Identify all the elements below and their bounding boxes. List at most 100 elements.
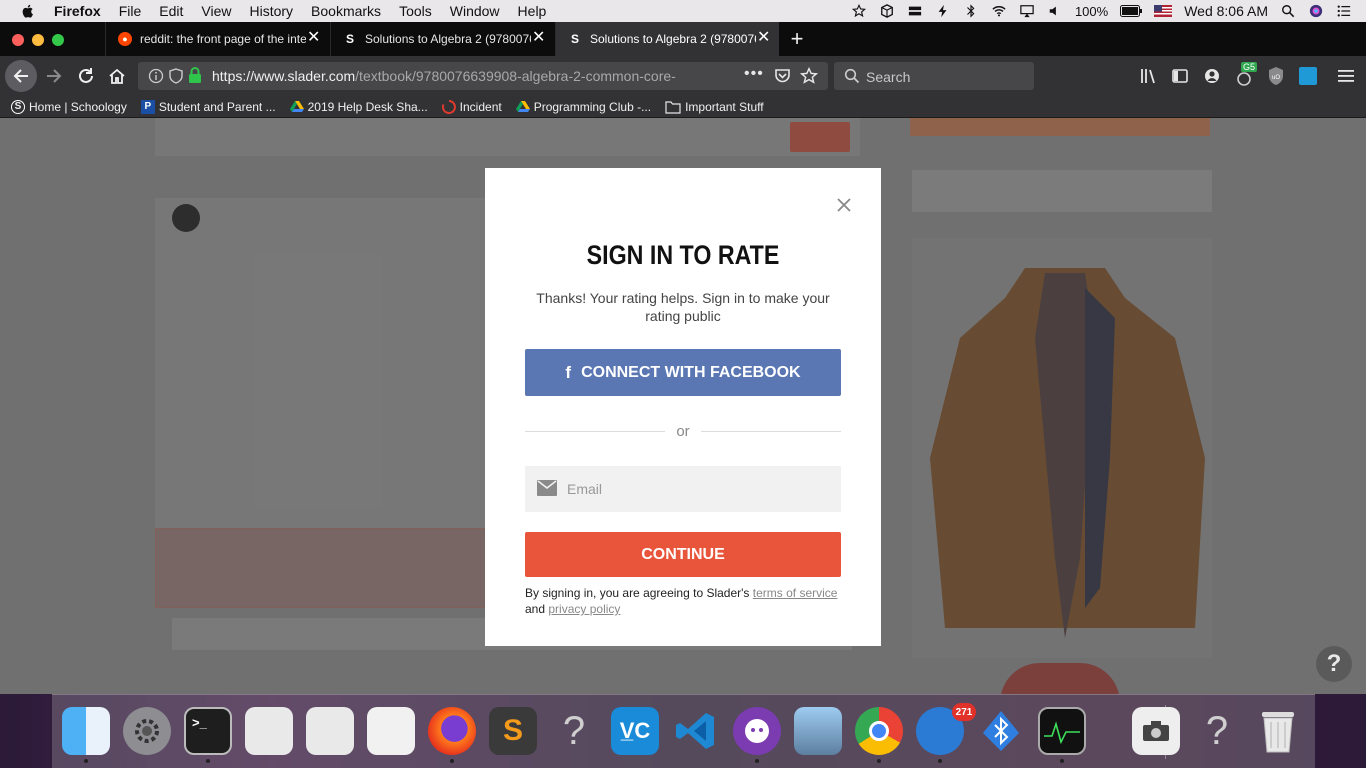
wifi-icon[interactable] [991, 4, 1007, 18]
page-actions-icon[interactable]: ••• [744, 65, 764, 83]
menu-app-name[interactable]: Firefox [54, 3, 101, 19]
window-zoom-button[interactable] [52, 34, 64, 46]
vnc-viewer-icon[interactable]: V̲C [611, 707, 659, 755]
url-text[interactable]: https://www.slader.com/textbook/97800766… [212, 68, 707, 84]
menu-window[interactable]: Window [450, 3, 500, 19]
notification-center-icon[interactable] [1336, 4, 1352, 18]
or-divider: or [525, 423, 841, 440]
system-preferences-icon[interactable] [123, 707, 171, 755]
shield-icon[interactable] [168, 68, 184, 84]
bookmark-schoology[interactable]: S Home | Schoology [11, 99, 127, 114]
unknown-file-icon[interactable]: ? [1193, 707, 1241, 755]
page-content: SIGN IN TO RATE Thanks! Your rating help… [0, 118, 1366, 694]
close-tab-icon[interactable]: ✕ [532, 30, 545, 46]
tab-title: reddit: the front page of the internet [140, 32, 306, 46]
siri-icon[interactable] [1308, 4, 1324, 18]
github-desktop-icon[interactable] [733, 707, 781, 755]
terms-and: and [525, 602, 546, 616]
menu-help[interactable]: Help [518, 3, 547, 19]
terminal-icon[interactable]: >_ [184, 707, 232, 755]
window-minimize-button[interactable] [32, 34, 44, 46]
navigation-toolbar: https://www.slader.com/textbook/97800766… [0, 56, 1366, 96]
library-icon[interactable] [1140, 67, 1158, 85]
terms-of-service-link[interactable]: terms of service [753, 586, 838, 600]
pocket-icon[interactable] [774, 68, 791, 84]
search-icon [844, 68, 860, 84]
new-tab-button[interactable]: + [786, 28, 808, 51]
menu-bookmarks[interactable]: Bookmarks [311, 3, 381, 19]
extension-blue-icon[interactable] [1299, 67, 1317, 85]
camera-icon [1143, 721, 1169, 741]
chrome-icon[interactable] [855, 707, 903, 755]
script-editor-icon[interactable] [245, 707, 293, 755]
menu-tools[interactable]: Tools [399, 3, 432, 19]
search-bar[interactable]: Search [834, 62, 1034, 90]
us-flag-icon[interactable] [1154, 5, 1173, 17]
bookmark-programming-club[interactable]: Programming Club -... [515, 100, 651, 114]
notes-document-icon[interactable] [367, 707, 415, 755]
bookmark-incident[interactable]: Incident [441, 99, 502, 114]
account-icon[interactable] [1203, 67, 1221, 85]
url-bar[interactable]: https://www.slader.com/textbook/97800766… [138, 62, 828, 90]
help-button[interactable]: ? [1316, 646, 1352, 682]
close-tab-icon[interactable]: ✕ [307, 30, 320, 46]
menu-history[interactable]: History [249, 3, 293, 19]
email-input[interactable] [567, 466, 837, 512]
bluetooth-file-exchange-icon[interactable] [977, 707, 1025, 755]
vscode-icon[interactable] [672, 707, 720, 755]
extension-g-button[interactable]: G5 [1235, 62, 1258, 88]
trash-icon[interactable] [1254, 707, 1302, 755]
menu-edit[interactable]: Edit [159, 3, 183, 19]
running-indicator [1060, 759, 1064, 763]
bluetooth-icon[interactable] [963, 4, 979, 18]
connect-facebook-button[interactable]: f CONNECT WITH FACEBOOK [525, 349, 841, 396]
tab-slader-1[interactable]: S Solutions to Algebra 2 (9780076639908)… [330, 22, 554, 56]
reload-button[interactable] [74, 64, 98, 88]
drive-stack-icon[interactable] [907, 4, 923, 18]
textedit-icon[interactable] [306, 707, 354, 755]
forward-button[interactable] [42, 64, 66, 88]
bolt-icon[interactable] [935, 4, 951, 18]
battery-icon[interactable] [1120, 5, 1143, 17]
lock-icon[interactable] [188, 67, 202, 84]
extension-icon [1237, 72, 1251, 86]
schoology-icon: S [11, 99, 25, 114]
screenshot-file-icon[interactable] [1132, 707, 1180, 755]
sublime-text-icon[interactable]: S [489, 707, 537, 755]
preview-icon[interactable] [794, 707, 842, 755]
bookmark-help-desk[interactable]: 2019 Help Desk Sha... [289, 100, 428, 114]
firefox-icon[interactable] [428, 707, 476, 755]
volume-icon[interactable] [1047, 4, 1063, 18]
home-button[interactable] [105, 64, 129, 88]
activity-monitor-icon[interactable] [1038, 707, 1086, 755]
back-button[interactable] [5, 60, 37, 92]
close-icon[interactable] [835, 196, 853, 214]
apple-icon[interactable] [20, 3, 36, 19]
privacy-policy-link[interactable]: privacy policy [548, 602, 620, 616]
tab-slader-2-active[interactable]: S Solutions to Algebra 2 (9780076639908)… [555, 22, 779, 56]
menubar-clock[interactable]: Wed 8:06 AM [1184, 3, 1268, 19]
continue-button[interactable]: CONTINUE [525, 532, 841, 577]
bookmark-folder-important[interactable]: Important Stuff [665, 100, 764, 114]
menu-file[interactable]: File [119, 3, 142, 19]
finder-icon[interactable] [62, 707, 110, 755]
window-close-button[interactable] [12, 34, 24, 46]
hamburger-menu-icon[interactable] [1338, 68, 1354, 84]
unknown-app-icon[interactable]: ? [550, 707, 598, 755]
sidebar-icon[interactable] [1171, 67, 1189, 85]
incident-icon [441, 99, 456, 114]
close-tab-icon[interactable]: ✕ [757, 30, 770, 46]
airplay-icon[interactable] [1019, 4, 1035, 18]
cube-icon[interactable] [879, 4, 895, 18]
bookmark-label: Incident [459, 99, 502, 114]
tab-reddit[interactable]: ● reddit: the front page of the internet… [105, 22, 329, 56]
menu-view[interactable]: View [201, 3, 231, 19]
info-icon[interactable] [148, 68, 164, 84]
octocat-icon [745, 719, 769, 743]
email-field-container[interactable] [525, 466, 841, 512]
ublock-icon[interactable]: uO [1267, 66, 1285, 86]
bookmark-star-icon[interactable] [800, 67, 818, 85]
spotlight-icon[interactable] [1280, 4, 1296, 18]
bookmark-student-parent[interactable]: P Student and Parent ... [140, 99, 276, 114]
star-icon[interactable] [851, 4, 867, 18]
